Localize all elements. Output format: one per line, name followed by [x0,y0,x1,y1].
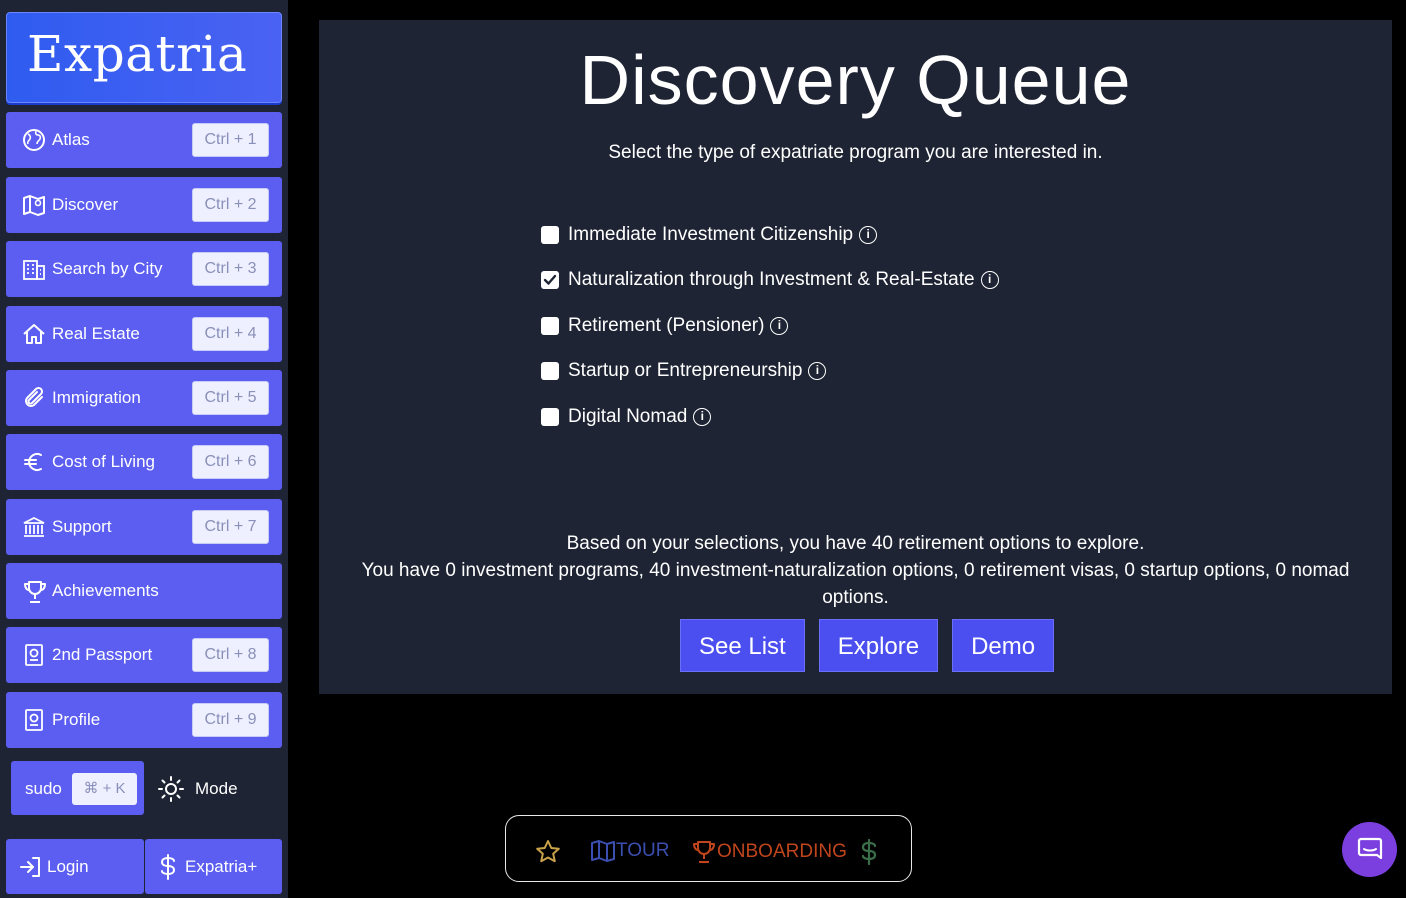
sidebar: Expatria Atlas Ctrl + 1 Discover Ctrl + 2 Se… [0,0,288,898]
sidebar-item-atlas[interactable]: Atlas Ctrl + 1 [6,112,282,168]
sidebar-item-real-estate[interactable]: Real Estate Ctrl + 4 [6,306,282,362]
info-icon[interactable]: i [770,316,789,335]
program-option[interactable]: Immediate Investment Citizenship i [541,212,999,258]
sidebar-item-label: Support [52,517,112,536]
program-option-label: Retirement (Pensioner) [568,314,765,336]
sidebar-item-discover[interactable]: Discover Ctrl + 2 [6,177,282,233]
tour-link[interactable]: TOUR [590,839,669,863]
brand-name: Expatria [27,25,248,83]
login-button[interactable]: Login [6,839,144,894]
sidebar-item-label: Search by City [52,259,163,278]
dollar-icon[interactable] [858,838,880,866]
home-icon [22,322,46,346]
sidebar-item-cost-of-living[interactable]: Cost of Living Ctrl + 6 [6,434,282,490]
program-option[interactable]: Digital Nomad i [541,394,999,440]
explore-button[interactable]: Explore [818,619,939,672]
map-pin-icon [22,193,46,217]
sidebar-item-label: Cost of Living [52,452,155,471]
shortcut-badge: Ctrl + 7 [192,510,269,544]
login-label: Login [47,857,89,876]
shortcut-badge: Ctrl + 6 [192,445,269,479]
selection-summary: Based on your selections, you have 40 re… [319,530,1392,611]
euro-icon [22,450,46,474]
see-list-button[interactable]: See List [680,619,805,672]
discovery-panel: Discovery Queue Select the type of expat… [319,20,1392,694]
checkbox[interactable] [541,225,559,244]
info-icon[interactable]: i [808,362,827,381]
program-option[interactable]: Naturalization through Investment & Real… [541,258,999,304]
star-icon[interactable] [534,838,562,866]
summary-line-2: You have 0 investment programs, 40 inves… [361,560,1350,608]
summary-line-1: Based on your selections, you have 40 re… [566,533,1145,554]
mode-toggle[interactable]: Mode [157,772,238,806]
trophy-icon [693,841,715,863]
sidebar-item-label: Immigration [52,388,141,407]
sudo-button[interactable]: sudo ⌘ + K [11,761,144,815]
program-option-label: Naturalization through Investment & Real… [568,269,975,291]
expatria-plus-button[interactable]: Expatria+ [145,839,282,894]
login-icon [20,857,40,877]
checkbox[interactable] [541,362,559,381]
info-icon[interactable]: i [980,271,999,290]
program-options: Immediate Investment Citizenship i Natural… [541,212,999,440]
onboarding-link[interactable]: ONBOARDING [691,839,847,865]
program-option[interactable]: Startup or Entrepreneurship i [541,349,999,395]
sidebar-item-label: Achievements [52,581,159,600]
dollar-icon [160,854,176,880]
map-icon [591,840,615,862]
sidebar-item-label: Atlas [52,130,90,149]
page-subtitle: Select the type of expatriate program yo… [608,142,1103,163]
globe-icon [22,128,46,152]
expatria-plus-label: Expatria+ [185,857,258,876]
sidebar-item-label: 2nd Passport [52,645,153,664]
building-icon [22,257,46,281]
sidebar-item-search-by-city[interactable]: Search by City Ctrl + 3 [6,241,282,297]
program-option-label: Immediate Investment Citizenship [568,223,854,245]
checkbox[interactable] [541,316,559,335]
chat-launcher-button[interactable] [1342,822,1397,877]
tour-bar: TOUR ONBOARDING [505,815,912,882]
bank-icon [22,515,46,539]
brand-logo[interactable]: Expatria [6,12,282,103]
shortcut-badge: Ctrl + 3 [192,252,269,286]
profile-icon [22,708,46,732]
sudo-shortcut: ⌘ + K [72,773,137,805]
info-icon[interactable]: i [859,225,878,244]
sudo-label: sudo [25,779,62,798]
shortcut-badge: Ctrl + 4 [192,317,269,351]
info-icon[interactable]: i [693,407,712,426]
sidebar-item-support[interactable]: Support Ctrl + 7 [6,499,282,555]
checkbox-checked[interactable] [541,271,559,290]
page-title: Discovery Queue [579,41,1132,119]
shortcut-badge: Ctrl + 1 [192,123,269,157]
sidebar-item-label: Profile [52,710,101,729]
tour-label: TOUR [616,840,670,861]
program-option-label: Startup or Entrepreneurship [568,360,803,382]
shortcut-badge: Ctrl + 5 [192,381,269,415]
shortcut-badge: Ctrl + 2 [192,188,269,222]
checkbox[interactable] [541,407,559,426]
check-icon [543,275,557,285]
paperclip-icon [22,386,46,410]
action-buttons: See List Explore Demo [680,619,1068,672]
sidebar-item-profile[interactable]: Profile Ctrl + 9 [6,692,282,748]
demo-button[interactable]: Demo [952,619,1055,672]
sidebar-item-achievements[interactable]: Achievements [6,563,282,619]
sidebar-item-2nd-passport[interactable]: 2nd Passport Ctrl + 8 [6,627,282,683]
mode-label: Mode [195,779,238,798]
sidebar-item-immigration[interactable]: Immigration Ctrl + 5 [6,370,282,426]
sidebar-item-label: Real Estate [52,324,140,343]
shortcut-badge: Ctrl + 9 [192,703,269,737]
trophy-icon [22,579,46,603]
program-option[interactable]: Retirement (Pensioner) i [541,303,999,349]
chat-icon [1357,837,1383,860]
onboarding-label: ONBOARDING [717,841,847,862]
sidebar-item-label: Discover [52,195,119,214]
program-option-label: Digital Nomad [568,405,688,427]
sun-icon [158,776,184,802]
shortcut-badge: Ctrl + 8 [192,638,269,672]
passport-icon [22,643,46,667]
